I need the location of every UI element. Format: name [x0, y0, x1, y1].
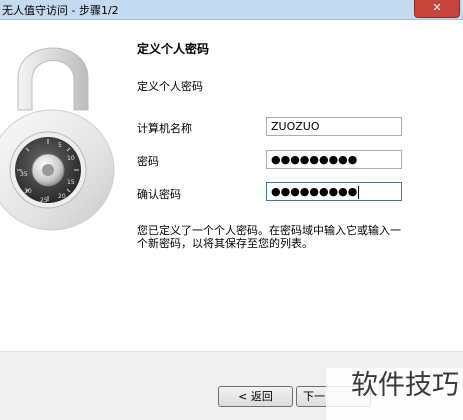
- password-label: 密码: [137, 155, 159, 168]
- page-subheading: 定义个人密码: [137, 80, 203, 93]
- close-icon: ✕: [432, 1, 442, 14]
- computer-name-label: 计算机名称: [137, 122, 192, 135]
- svg-text:10: 10: [67, 155, 75, 162]
- wizard-window: 无人值守访问 - 步骤1/2 ✕ 5 10 15 20 25 30 35 定义个…: [0, 0, 463, 420]
- close-button[interactable]: ✕: [414, 0, 460, 18]
- confirm-password-field[interactable]: ●●●●●●●●●: [266, 182, 402, 201]
- svg-text:15: 15: [67, 179, 75, 186]
- title-bar: 无人值守访问 - 步骤1/2 ✕: [0, 0, 463, 20]
- back-button[interactable]: < 返回: [218, 386, 293, 407]
- watermark: 软件技巧: [326, 368, 463, 420]
- password-value: ●●●●●●●●●: [271, 153, 358, 166]
- password-field[interactable]: ●●●●●●●●●: [266, 150, 402, 169]
- text-caret: [358, 185, 360, 199]
- window-title: 无人值守访问 - 步骤1/2: [2, 4, 119, 17]
- confirm-password-value: ●●●●●●●●●: [271, 185, 358, 198]
- description-text: 您已定义了一个个人密码。在密码域中输入它或输入一个新密码，以将其保存至您的列表。: [137, 224, 401, 250]
- combination-padlock-icon: 5 10 15 20 25 30 35: [0, 47, 115, 231]
- computer-name-value: ZUOZUO: [271, 120, 320, 133]
- svg-text:30: 30: [24, 188, 32, 195]
- svg-text:35: 35: [20, 171, 28, 178]
- confirm-password-label: 确认密码: [137, 188, 181, 201]
- page-heading: 定义个人密码: [137, 42, 210, 56]
- svg-text:5: 5: [58, 142, 62, 149]
- svg-text:20: 20: [58, 193, 66, 200]
- computer-name-field[interactable]: ZUOZUO: [266, 117, 402, 136]
- svg-text:25: 25: [40, 197, 48, 204]
